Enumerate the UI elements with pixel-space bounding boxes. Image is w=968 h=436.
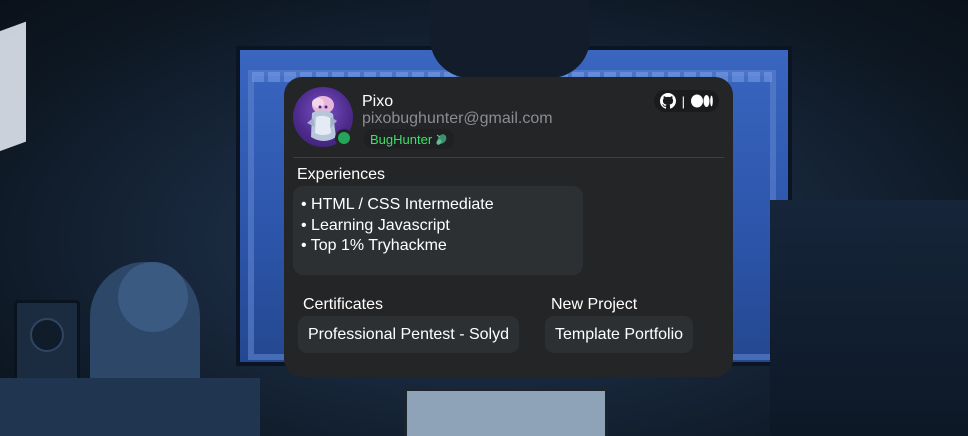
project-item[interactable]: Template Portfolio [545,316,694,353]
social-links: | [653,90,719,112]
social-separator: | [681,93,685,109]
experience-item: • HTML / CSS Intermediate [301,196,494,213]
header-divider [293,157,724,158]
background-box [404,388,608,436]
background-chair [430,0,590,78]
role-badge-label: BugHunter [370,131,433,147]
certificate-item[interactable]: Professional Pentest - Solyd [298,316,519,353]
github-icon[interactable] [659,93,676,109]
experiences-heading: Experiences [297,166,386,183]
certificates-heading: Certificates [303,296,384,313]
experiences-list: • HTML / CSS Intermediate • Learning Jav… [293,186,583,275]
medium-icon[interactable] [691,94,713,108]
background-person-head [118,262,188,332]
profile-email: pixobughunter@gmail.com [362,110,553,127]
background-speaker-cone [30,318,64,352]
bug-icon [436,134,447,145]
background-lamp-light [0,21,26,159]
profile-name: Pixo [362,93,394,110]
background-shelf [770,200,968,436]
new-project-heading: New Project [551,296,638,313]
experience-item: • Top 1% Tryhackme [301,237,447,254]
profile-card: Pixo pixobughunter@gmail.com BugHunter |… [284,77,733,377]
experience-item: • Learning Javascript [301,216,450,234]
online-status-indicator [335,129,353,147]
role-badge: BugHunter [364,129,455,149]
background-desk [0,378,260,436]
